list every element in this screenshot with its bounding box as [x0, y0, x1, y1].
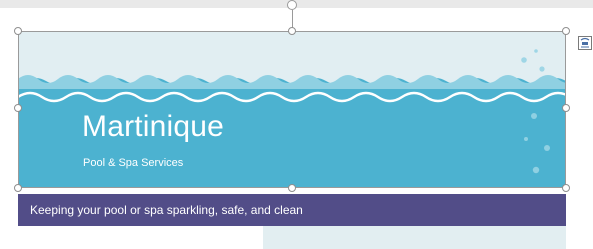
resize-handle-top-right[interactable]: [562, 27, 570, 35]
resize-handle-left[interactable]: [14, 104, 22, 112]
resize-handle-top[interactable]: [288, 27, 296, 35]
layout-options-icon: [580, 37, 590, 48]
resize-handle-bottom-left[interactable]: [14, 184, 22, 192]
resize-handle-top-left[interactable]: [14, 27, 22, 35]
tagline-bar: Keeping your pool or spa sparkling, safe…: [18, 194, 566, 226]
resize-handle-right[interactable]: [562, 104, 570, 112]
tagline-text: Keeping your pool or spa sparkling, safe…: [30, 203, 303, 217]
content-panel: [263, 226, 566, 249]
resize-handle-bottom[interactable]: [288, 184, 296, 192]
company-title: Martinique: [82, 110, 225, 143]
rotate-handle-icon[interactable]: [287, 0, 297, 10]
company-subtitle: Pool & Spa Services: [83, 157, 184, 169]
resize-handle-bottom-right[interactable]: [562, 184, 570, 192]
layout-options-button[interactable]: [578, 36, 592, 50]
